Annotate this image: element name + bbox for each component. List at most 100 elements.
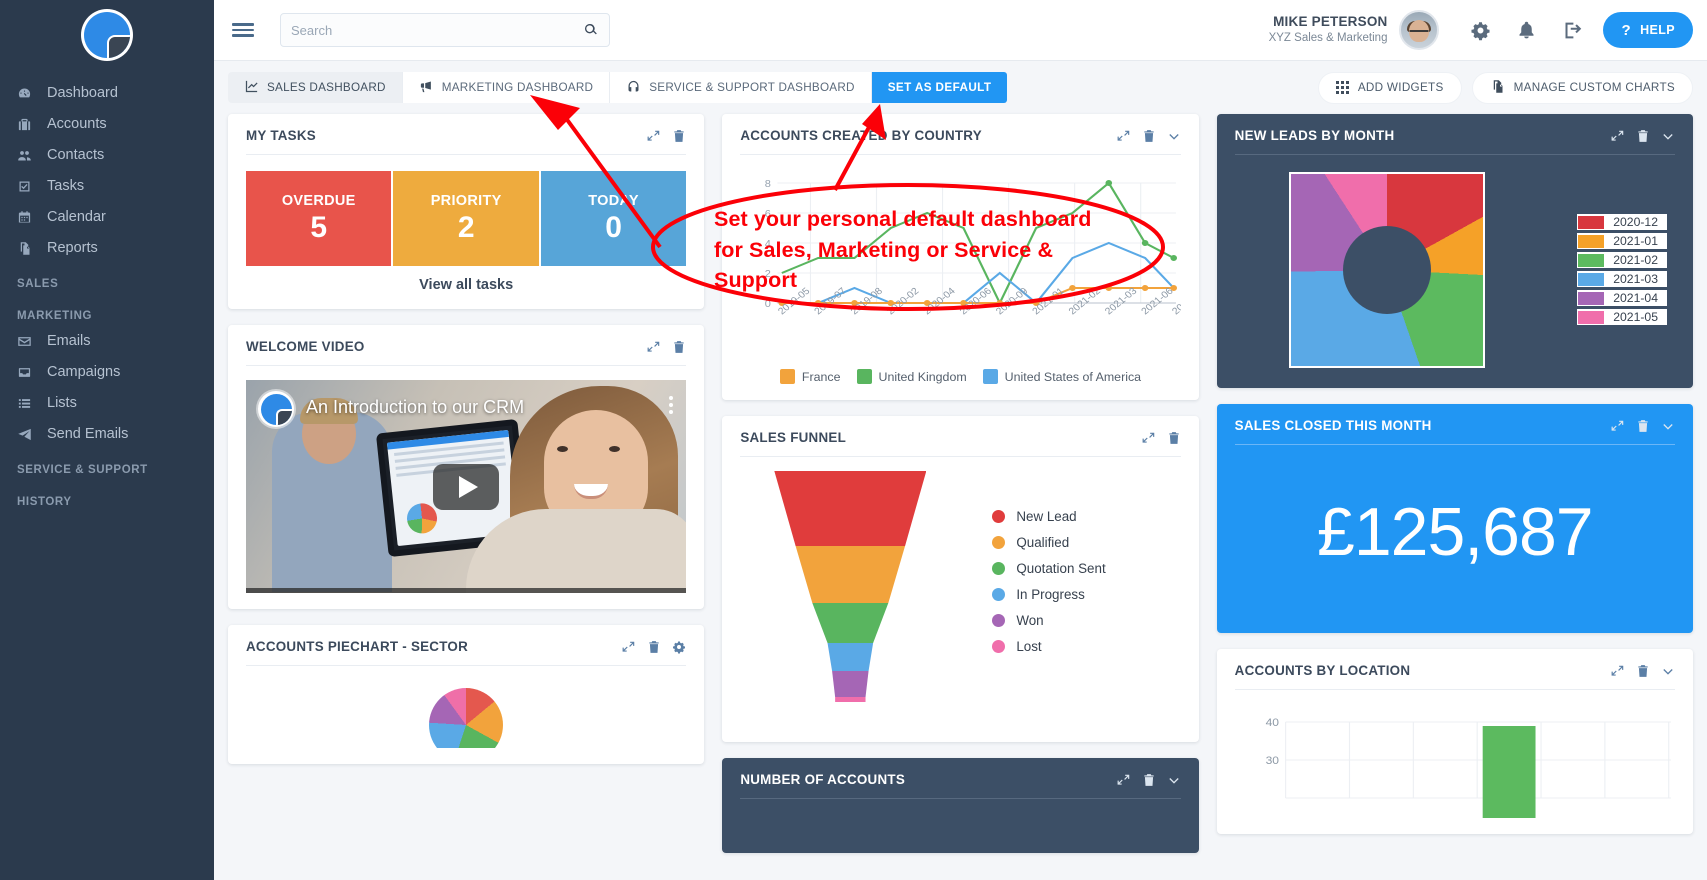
delete-icon[interactable] <box>672 129 686 143</box>
task-tile-overdue[interactable]: OVERDUE 5 <box>246 171 392 266</box>
sidebar-item-dashboard[interactable]: Dashboard <box>0 78 214 109</box>
delete-icon[interactable] <box>1142 129 1156 143</box>
play-button-icon[interactable] <box>433 463 500 510</box>
manage-custom-charts-button[interactable]: MANAGE CUSTOM CHARTS <box>1471 71 1693 104</box>
legend-item[interactable]: Qualified <box>992 535 1105 550</box>
expand-icon[interactable] <box>1117 773 1131 787</box>
funnel-segment-in-progress[interactable] <box>827 643 874 671</box>
legend-item[interactable]: 2021-05 <box>1577 309 1667 325</box>
delete-icon[interactable] <box>672 340 686 354</box>
legend-item[interactable]: 2020-12 <box>1577 214 1667 230</box>
legend-swatch <box>992 614 1006 627</box>
legend-label: In Progress <box>1016 587 1085 602</box>
settings-gear-icon[interactable] <box>1457 7 1503 53</box>
video-menu-icon[interactable] <box>669 396 674 414</box>
app-root: Dashboard Accounts Contacts Tasks Calend… <box>0 0 1707 880</box>
sidebar-item-emails[interactable]: Emails <box>0 326 214 357</box>
logout-icon[interactable] <box>1549 7 1595 53</box>
legend-item[interactable]: New Lead <box>992 509 1105 524</box>
search-input[interactable] <box>291 22 583 38</box>
funnel-segment-won[interactable] <box>832 671 869 697</box>
chevron-down-icon[interactable] <box>1661 664 1675 678</box>
expand-icon[interactable] <box>1611 419 1625 433</box>
sidebar-item-label: Calendar <box>47 209 106 226</box>
video-progress-bar[interactable] <box>246 588 687 593</box>
tab-label: SALES DASHBOARD <box>267 81 386 94</box>
sidebar-item-accounts[interactable]: Accounts <box>0 109 214 140</box>
gear-icon[interactable] <box>672 640 686 654</box>
sidebar-item-label: Reports <box>47 240 98 257</box>
help-button[interactable]: ? HELP <box>1603 12 1693 48</box>
sidebar-item-tasks[interactable]: Tasks <box>0 171 214 202</box>
legend-item[interactable]: Lost <box>992 639 1105 654</box>
user-info[interactable]: MIKE PETERSON XYZ Sales & Marketing <box>1269 14 1388 45</box>
funnel-segment-new-lead[interactable] <box>774 471 927 546</box>
sidebar-item-campaigns[interactable]: Campaigns <box>0 357 214 388</box>
sidebar-item-label: Contacts <box>47 147 105 164</box>
expand-icon[interactable] <box>1611 129 1625 143</box>
expand-icon[interactable] <box>1117 129 1131 143</box>
view-all-tasks-link[interactable]: View all tasks <box>246 277 686 293</box>
task-tile-priority[interactable]: PRIORITY 2 <box>393 171 539 266</box>
legend-item[interactable]: United Kingdom <box>856 369 967 384</box>
widget-number-of-accounts: NUMBER OF ACCOUNTS <box>722 758 1199 853</box>
legend-item[interactable]: France <box>779 369 841 384</box>
widget-sales-closed-this-month: SALES CLOSED THIS MONTH £125,687 <box>1216 404 1693 633</box>
sales-closed-value: £125,687 <box>1317 494 1594 570</box>
video-player[interactable]: An Introduction to our CRM <box>246 380 687 593</box>
delete-icon[interactable] <box>1167 431 1181 445</box>
donut-legend: 2020-12 2021-01 2021-02 2021-03 2021-04 … <box>1577 214 1667 325</box>
tab-marketing-dashboard[interactable]: MARKETING DASHBOARD <box>402 72 611 103</box>
sidebar-item-reports[interactable]: Reports <box>0 233 214 264</box>
expand-icon[interactable] <box>1142 431 1156 445</box>
sidebar-item-calendar[interactable]: Calendar <box>0 202 214 233</box>
avatar[interactable] <box>1399 10 1440 50</box>
chevron-down-icon[interactable] <box>1167 773 1181 787</box>
funnel-segment-qualified[interactable] <box>795 546 906 603</box>
legend-item[interactable]: 2021-02 <box>1577 252 1667 268</box>
legend-item[interactable]: Quotation Sent <box>992 561 1106 576</box>
search-icon[interactable] <box>583 22 599 38</box>
chevron-down-icon[interactable] <box>1661 419 1675 433</box>
legend-item[interactable]: 2021-03 <box>1577 271 1667 287</box>
funnel-segment-quotation-sent[interactable] <box>812 603 889 643</box>
expand-icon[interactable] <box>1611 664 1625 678</box>
delete-icon[interactable] <box>1636 664 1650 678</box>
add-widgets-button[interactable]: ADD WIDGETS <box>1317 71 1462 104</box>
legend-item[interactable]: 2021-04 <box>1577 290 1667 306</box>
briefcase-icon <box>17 117 47 132</box>
legend-item[interactable]: 2021-01 <box>1577 233 1667 249</box>
search-box[interactable] <box>280 13 610 47</box>
set-as-default-button[interactable]: SET AS DEFAULT <box>871 72 1008 103</box>
bullhorn-icon <box>419 79 434 97</box>
sidebar-item-lists[interactable]: Lists <box>0 388 214 419</box>
tab-sales-dashboard[interactable]: SALES DASHBOARD <box>228 72 403 103</box>
video-title: An Introduction to our CRM <box>306 397 525 417</box>
funnel-segment-lost[interactable] <box>835 697 866 702</box>
crm-logo[interactable] <box>0 0 214 70</box>
sidebar-item-contacts[interactable]: Contacts <box>0 140 214 171</box>
menu-toggle-icon[interactable] <box>228 23 264 37</box>
dashboard-tabs: SALES DASHBOARD MARKETING DASHBOARD SERV… <box>228 72 1008 103</box>
chevron-down-icon[interactable] <box>1167 129 1181 143</box>
notifications-bell-icon[interactable] <box>1503 7 1549 53</box>
expand-icon[interactable] <box>622 640 636 654</box>
dashboard-icon <box>17 86 47 101</box>
delete-icon[interactable] <box>647 640 661 654</box>
expand-icon[interactable] <box>647 340 661 354</box>
legend-swatch <box>992 640 1006 653</box>
legend-item[interactable]: In Progress <box>992 587 1105 602</box>
delete-icon[interactable] <box>1636 419 1650 433</box>
legend-item[interactable]: Won <box>992 613 1105 628</box>
legend-item[interactable]: United States of America <box>982 369 1141 384</box>
chevron-down-icon[interactable] <box>1661 129 1675 143</box>
board-column-1: MY TASKS OVERDUE 5 PRIORITY 2 TODAY 0 Vi… <box>228 114 705 880</box>
bar-chart-accounts-by-location: 40 30 <box>1235 698 1675 818</box>
delete-icon[interactable] <box>1142 773 1156 787</box>
task-tile-today[interactable]: TODAY 0 <box>540 171 687 266</box>
tab-service-support-dashboard[interactable]: SERVICE & SUPPORT DASHBOARD <box>610 72 872 103</box>
expand-icon[interactable] <box>647 129 661 143</box>
delete-icon[interactable] <box>1636 129 1650 143</box>
sidebar-item-send-emails[interactable]: Send Emails <box>0 419 214 450</box>
sidebar-item-label: Tasks <box>47 178 85 195</box>
